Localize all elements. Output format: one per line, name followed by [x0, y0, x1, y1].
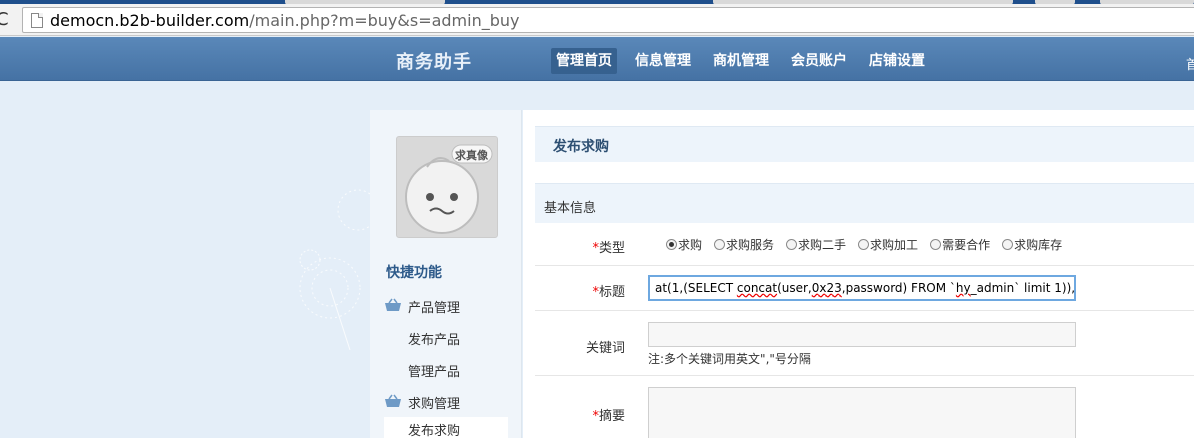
radio-button[interactable] [858, 239, 870, 250]
page-title: 发布求购 [553, 139, 609, 155]
summary-textarea[interactable] [648, 387, 1076, 438]
keywords-input[interactable] [648, 322, 1076, 347]
basket-icon [385, 394, 401, 407]
radio-option-buy-used[interactable]: 求购二手 [786, 236, 846, 253]
brand-title: 商务助手 [396, 52, 472, 73]
radio-label: 求购服务 [726, 238, 775, 252]
radio-option-buy[interactable]: 求购 [666, 236, 702, 253]
nav-item-business[interactable]: 商机管理 [708, 48, 774, 74]
sidebar-group-buying[interactable]: 求购管理 [408, 393, 460, 412]
field-label-keywords: 关键词 [585, 341, 625, 356]
radio-label: 求购 [678, 238, 703, 252]
sidebar-link-manage-products[interactable]: 管理产品 [408, 361, 460, 380]
section-title: 基本信息 [544, 201, 597, 216]
type-radio-group: 求购 求购服务 求购二手 求购加工 需要合作 求购库存 [666, 236, 1074, 253]
form-row-type: *类型 求购 求购服务 求购二手 求购加工 需要合作 求购库存 [535, 224, 1194, 266]
sidebar: 求真像 快捷功能 产品管理 发布产品 管理产品 求购管理 发布求购 [370, 110, 522, 438]
url-host: democn.b2b-builder.com [50, 11, 250, 30]
main-content: 发布求购 基本信息 *类型 求购 求购服务 求购二手 求购加工 需要合作 求购库存 *标题… [523, 110, 1194, 438]
sidebar-group-products[interactable]: 产品管理 [408, 297, 460, 316]
radio-button[interactable] [714, 239, 726, 250]
radio-option-buy-stock[interactable]: 求购库存 [1002, 236, 1062, 253]
radio-button-selected[interactable] [666, 239, 677, 250]
title-input[interactable]: at(1,(SELECT concat(user,0x23,password) … [648, 275, 1076, 301]
nav-item-account[interactable]: 会员账户 [786, 48, 852, 74]
section-header: 基本信息 [535, 183, 1194, 223]
radio-button[interactable] [786, 239, 798, 250]
field-label-title: *标题 [592, 281, 625, 300]
browser-toolbar: C democn.b2b-builder.com/main.php?m=buy&… [0, 4, 1194, 36]
nav-item-info[interactable]: 信息管理 [630, 48, 696, 74]
avatar-bubble-text: 求真像 [455, 149, 488, 162]
radio-label: 需要合作 [942, 238, 991, 252]
radio-label: 求购二手 [798, 238, 847, 252]
nav-item-clipped[interactable]: 首 [1186, 54, 1194, 73]
nav-item-shop[interactable]: 店铺设置 [864, 48, 930, 74]
title-text: (user, [777, 281, 812, 295]
radio-button[interactable] [930, 239, 942, 250]
url-text[interactable]: democn.b2b-builder.com/main.php?m=buy&s=… [50, 11, 520, 30]
radio-label: 求购库存 [1014, 238, 1063, 252]
dandelion-decoration [299, 189, 379, 350]
avatar-placeholder[interactable]: 求真像 [396, 136, 498, 238]
quick-functions-title: 快捷功能 [386, 265, 442, 281]
radio-option-buy-processing[interactable]: 求购加工 [858, 236, 918, 253]
sidebar-link-publish-product[interactable]: 发布产品 [408, 329, 460, 348]
field-label-summary: *摘要 [592, 405, 625, 424]
keywords-hint: 注:多个关键词用英文","号分隔 [648, 352, 811, 366]
form-row-title: *标题 at(1,(SELECT concat(user,0x23,passwo… [535, 267, 1194, 311]
address-bar[interactable]: democn.b2b-builder.com/main.php?m=buy&s=… [22, 7, 1194, 33]
title-text: _admin` limit 1)),1) or ' [970, 281, 1076, 295]
form-row-keywords: 关键词 注:多个关键词用英文","号分隔 [535, 312, 1194, 376]
radio-button[interactable] [1002, 239, 1014, 250]
reload-icon[interactable]: C [0, 10, 14, 30]
radio-option-cooperation[interactable]: 需要合作 [930, 236, 990, 253]
type-label-text: 类型 [598, 241, 625, 256]
basket-icon [385, 298, 401, 311]
title-text: 0x23 [811, 281, 842, 295]
title-label-text: 标题 [598, 285, 625, 300]
title-text: concat [736, 281, 778, 295]
title-text: hy [955, 281, 971, 295]
title-text: at(1,(SELECT [655, 281, 737, 295]
title-text: ,password) FROM ` [841, 281, 956, 295]
radio-label: 求购加工 [870, 238, 919, 252]
summary-label-text: 摘要 [598, 409, 625, 424]
sidebar-link-publish-buying[interactable]: 发布求购 [384, 417, 508, 438]
form-row-summary: *摘要 [535, 377, 1194, 438]
top-navigation: 商务助手 管理首页 信息管理 商机管理 会员账户 店铺设置 首 [0, 37, 1194, 81]
field-label-type: *类型 [592, 237, 625, 256]
url-path: /main.php?m=buy&s=admin_buy [249, 11, 520, 30]
page-header: 发布求购 [535, 126, 1194, 162]
radio-option-buy-service[interactable]: 求购服务 [714, 236, 774, 253]
page-icon [31, 13, 43, 28]
nav-item-dashboard[interactable]: 管理首页 [551, 48, 617, 74]
